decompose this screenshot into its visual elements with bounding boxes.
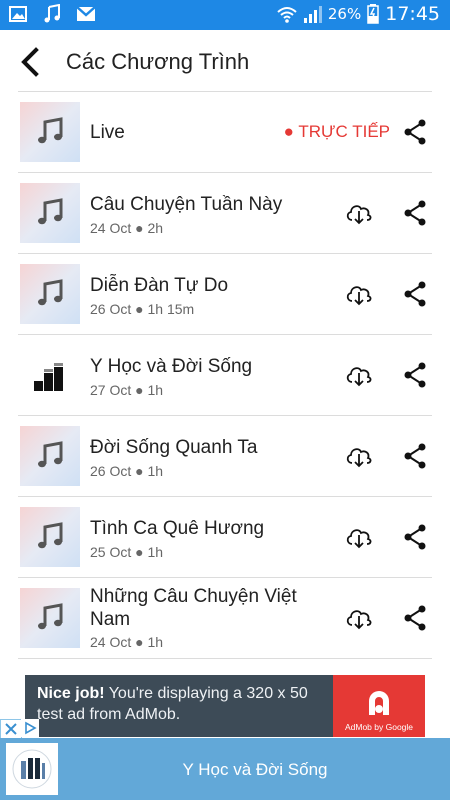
list-item-program[interactable]: Tình Ca Quê Hương 25 Oct ● 1h (18, 496, 432, 577)
adchoices-icon (25, 721, 37, 735)
list-item-program[interactable]: Diễn Đàn Tự Do 26 Oct ● 1h 15m (18, 253, 432, 334)
battery-icon (367, 4, 379, 24)
music-note-icon (42, 3, 62, 24)
download-button[interactable] (344, 441, 374, 471)
share-button[interactable] (400, 522, 430, 552)
program-thumbnail (20, 588, 80, 648)
equalizer-bars-icon (12, 749, 52, 789)
list-item-program[interactable]: Câu Chuyện Tuần Này 24 Oct ● 2h (18, 172, 432, 253)
ad-headline: Nice job! (37, 685, 105, 702)
download-button[interactable] (344, 603, 374, 633)
program-list: Live ● TRỰC TIẾP Câu Chuyện Tuần Này 24 … (18, 91, 432, 659)
list-item-live[interactable]: Live ● TRỰC TIẾP (18, 91, 432, 172)
share-button[interactable] (400, 360, 430, 390)
program-title: Câu Chuyện Tuần Này (90, 194, 283, 215)
share-icon (404, 281, 426, 307)
program-title: Tình Ca Quê Hương (90, 518, 265, 539)
program-meta: 24 Oct ● 2h (90, 220, 164, 236)
wifi-icon (276, 4, 297, 24)
music-note-icon (38, 117, 63, 144)
equalizer-bars-icon (34, 363, 63, 391)
cloud-download-icon (346, 529, 372, 549)
gmail-icon (76, 4, 96, 24)
share-button[interactable] (400, 198, 430, 228)
ad-close-button[interactable] (0, 719, 22, 739)
share-button[interactable] (400, 441, 430, 471)
download-button[interactable] (344, 279, 374, 309)
cloud-download-icon (346, 610, 372, 630)
list-item-program[interactable]: Đời Sống Quanh Ta 26 Oct ● 1h (18, 415, 432, 496)
share-button[interactable] (400, 279, 430, 309)
back-button[interactable] (14, 44, 50, 80)
cloud-download-icon (346, 205, 372, 225)
list-item-program[interactable]: Y Học và Đời Sống 27 Oct ● 1h (18, 334, 432, 415)
program-meta: 26 Oct ● 1h 15m (90, 301, 195, 317)
program-title: Live (90, 122, 125, 143)
share-icon (404, 362, 426, 388)
app-bar: Các Chương Trình (0, 30, 450, 94)
download-button[interactable] (344, 360, 374, 390)
cloud-download-icon (346, 286, 372, 306)
admob-icon (369, 691, 389, 715)
download-button[interactable] (344, 198, 374, 228)
program-meta: 25 Oct ● 1h (90, 544, 164, 560)
now-playing-title: Y Học và Đời Sống (182, 760, 328, 779)
program-meta: 27 Oct ● 1h (90, 382, 164, 398)
music-note-icon (38, 279, 63, 306)
program-thumbnail (20, 345, 80, 405)
ad-banner[interactable]: Nice job! You're displaying a 320 x 50 t… (25, 675, 425, 737)
program-thumbnail (20, 507, 80, 567)
list-item-program[interactable]: Những Câu Chuyện Việt Nam 24 Oct ● 1h (18, 577, 432, 659)
clock: 17:45 (385, 3, 440, 25)
program-title: Những Câu Chuyện Việt Nam (90, 586, 297, 630)
program-thumbnail (20, 102, 80, 162)
cloud-download-icon (346, 367, 372, 387)
share-button[interactable] (400, 603, 430, 633)
share-button[interactable] (400, 117, 430, 147)
page-title: Các Chương Trình (66, 49, 250, 74)
live-badge: ● TRỰC TIẾP (283, 122, 390, 141)
battery-percent: 26% (327, 5, 362, 23)
cloud-download-icon (346, 448, 372, 468)
gallery-icon (8, 4, 28, 24)
program-thumbnail (20, 426, 80, 486)
close-icon (5, 723, 17, 735)
music-note-icon (38, 603, 63, 630)
share-icon (404, 119, 426, 145)
now-playing-artwork (6, 743, 58, 795)
status-bar: 26% 17:45 (0, 0, 450, 30)
share-icon (404, 524, 426, 550)
ad-logo-label: AdMob by Google (344, 722, 414, 732)
share-icon (404, 605, 426, 631)
ad-choices-button[interactable] (21, 719, 39, 737)
download-button[interactable] (344, 522, 374, 552)
music-note-icon (38, 198, 63, 225)
program-title: Diễn Đàn Tự Do (90, 275, 229, 296)
chevron-left-icon (21, 47, 39, 77)
music-note-icon (38, 522, 63, 549)
share-icon (404, 443, 426, 469)
admob-logo: AdMob by Google (333, 675, 425, 737)
music-note-icon (38, 441, 63, 468)
share-icon (404, 200, 426, 226)
program-meta: 24 Oct ● 1h (90, 634, 164, 650)
ad-text: Nice job! You're displaying a 320 x 50 t… (37, 683, 337, 725)
program-title: Đời Sống Quanh Ta (90, 437, 258, 458)
program-thumbnail (20, 264, 80, 324)
program-thumbnail (20, 183, 80, 243)
program-title: Y Học và Đời Sống (90, 356, 253, 377)
now-playing-bar[interactable]: Y Học và Đời Sống (0, 738, 450, 800)
signal-icon (302, 4, 322, 24)
program-meta: 26 Oct ● 1h (90, 463, 164, 479)
